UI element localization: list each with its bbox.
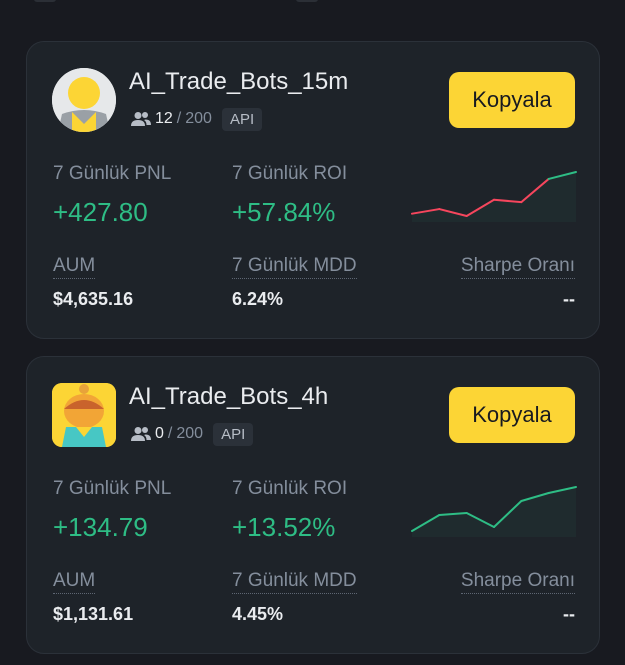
followers-separator: / xyxy=(176,110,182,127)
pnl-sparkline xyxy=(411,486,577,537)
followers-meta: 12 / 200 API xyxy=(131,106,263,132)
aum-value: $1,131.61 xyxy=(53,604,134,624)
copy-button[interactable]: Kopyala xyxy=(449,72,575,128)
sharpe-value: -- xyxy=(563,604,575,624)
top-cutoff-row xyxy=(0,0,625,10)
sharpe-label[interactable]: Sharpe Oranı xyxy=(460,570,575,594)
followers-count: 0 xyxy=(155,425,164,442)
bot-name[interactable]: AI_Trade_Bots_15m xyxy=(129,68,348,96)
mdd-label[interactable]: 7 Günlük MDD xyxy=(232,570,357,594)
aum-value: $4,635.16 xyxy=(53,289,134,309)
api-badge: API xyxy=(213,422,254,446)
roi-label: 7 Günlük ROI xyxy=(232,163,348,184)
bot-card[interactable]: AI_Trade_Bots_15m 12 / 200 API Kopyala 7… xyxy=(26,41,600,339)
sparkline-area xyxy=(412,487,576,537)
avatar xyxy=(52,68,116,132)
pnl-sparkline xyxy=(411,171,577,222)
api-badge: API xyxy=(221,107,263,131)
sparkline-area xyxy=(412,172,576,222)
mdd-value: 4.45% xyxy=(232,604,284,624)
followers-max: 200 xyxy=(176,425,204,442)
pnl-value: +427.80 xyxy=(53,197,148,227)
bot-name[interactable]: AI_Trade_Bots_4h xyxy=(129,383,328,411)
users-icon xyxy=(131,427,151,441)
pnl-label: 7 Günlük PNL xyxy=(53,478,172,499)
followers-max: 200 xyxy=(185,110,212,127)
sharpe-value: -- xyxy=(563,289,575,309)
aum-label[interactable]: AUM xyxy=(53,255,96,279)
followers-meta: 0 / 200 API xyxy=(131,421,254,447)
pnl-label: 7 Günlük PNL xyxy=(53,163,172,184)
bot-card[interactable]: AI_Trade_Bots_4h 0 / 200 API Kopyala 7 G… xyxy=(26,356,600,654)
avatar xyxy=(52,383,116,447)
users-icon xyxy=(131,112,151,126)
pnl-value: +134.79 xyxy=(53,512,148,542)
roi-value: +57.84% xyxy=(232,197,336,227)
followers-count: 12 xyxy=(155,110,173,127)
followers-separator: / xyxy=(167,425,173,442)
aum-label[interactable]: AUM xyxy=(53,570,96,594)
sharpe-label[interactable]: Sharpe Oranı xyxy=(460,255,575,279)
roi-value: +13.52% xyxy=(232,512,336,542)
copy-button[interactable]: Kopyala xyxy=(449,387,575,443)
roi-label: 7 Günlük ROI xyxy=(232,478,348,499)
mdd-label[interactable]: 7 Günlük MDD xyxy=(232,255,357,279)
mdd-value: 6.24% xyxy=(232,289,284,309)
